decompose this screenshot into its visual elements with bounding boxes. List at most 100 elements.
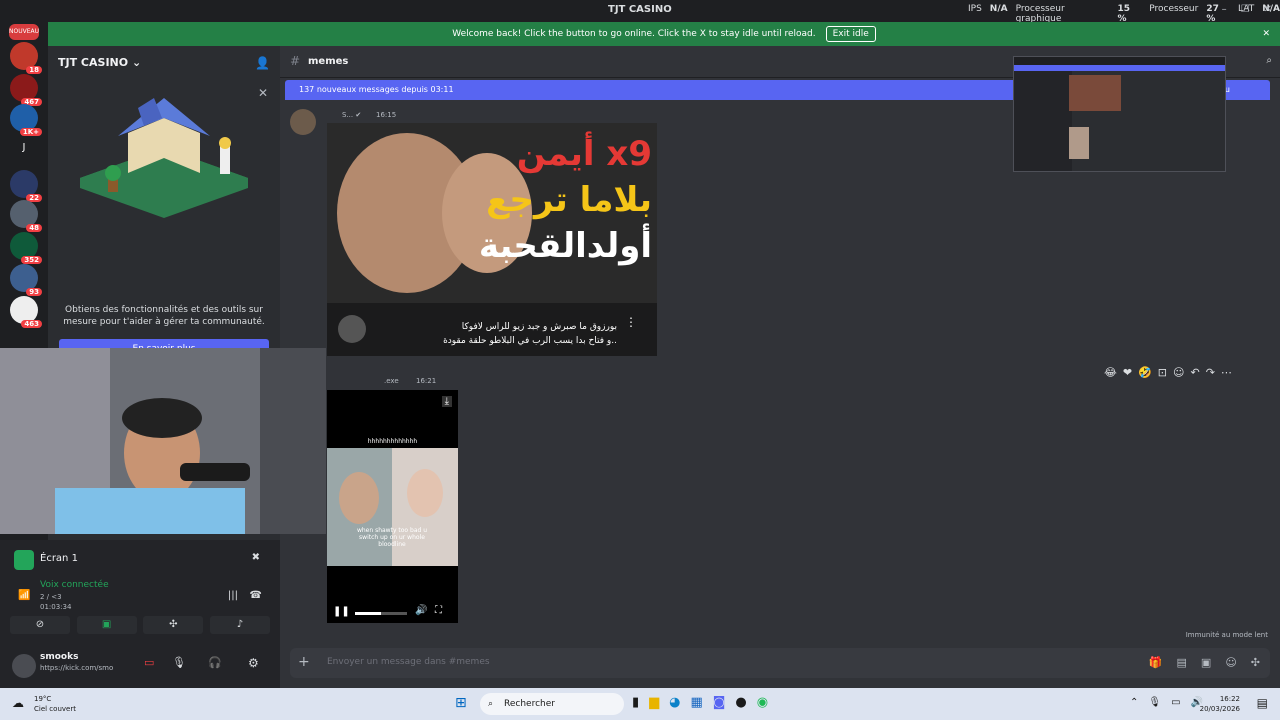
server-boost-promo: ✕ Obtiens des fonctionnalités et des out…	[48, 78, 280, 360]
fullscreen-icon[interactable]: ⛶	[435, 605, 442, 616]
reaction-laugh-icon[interactable]: 😂	[1104, 366, 1117, 379]
stop-share-icon[interactable]: ✖	[252, 552, 260, 563]
apps-icon[interactable]: ✣	[1251, 656, 1260, 669]
meme-title-line: أولدالقحبة	[478, 226, 652, 266]
weather-desc: Ciel couvert	[34, 705, 76, 713]
reply-icon[interactable]: ↶	[1190, 366, 1199, 379]
settings-gear-icon[interactable]: ⚙	[248, 656, 259, 670]
server-name[interactable]: TJT CASINO ⌄	[58, 56, 141, 69]
network-icon[interactable]: ▭	[1171, 697, 1180, 708]
new-badge[interactable]: NOUVEAU	[9, 24, 39, 40]
file-explorer-icon[interactable]: ▆	[649, 695, 659, 710]
clock-time: 16:22	[1219, 695, 1240, 703]
caption-line: و فتاح بدا يسب الرب في البلاطو حلقة مقود…	[443, 336, 617, 346]
hash-icon: #	[290, 54, 301, 68]
new-messages-text: 137 nouveaux messages depuis 03:11	[299, 85, 454, 94]
server-icon[interactable]: 48	[10, 200, 42, 232]
volume-icon[interactable]: 🔊	[415, 605, 427, 616]
message-composer[interactable]: + Envoyer un message dans #memes 🎁 ▤ ▣ ☺…	[290, 648, 1270, 678]
server-icon[interactable]: 22	[10, 170, 42, 202]
video-progress[interactable]	[355, 612, 407, 615]
thumb-video	[1069, 127, 1089, 159]
video-attachment[interactable]: ⤓ hhhhhhhhhhhhh when shawty too bad u sw…	[327, 390, 458, 623]
close-icon[interactable]: ✕	[1264, 4, 1272, 15]
unread-badge: 352	[21, 256, 42, 264]
stat-cpu-label: Processeur	[1149, 4, 1199, 14]
reaction-rofl-icon[interactable]: 🤣	[1138, 366, 1152, 379]
sticker-icon[interactable]: ▣	[1201, 656, 1211, 669]
add-reaction-icon[interactable]: ☺	[1173, 366, 1184, 379]
discord-icon[interactable]: ◙	[713, 695, 726, 710]
gif-icon[interactable]: ▤	[1177, 656, 1187, 669]
stat-ips-value: N/A	[989, 4, 1008, 14]
voice-connected-label[interactable]: Voix connectée	[40, 580, 109, 590]
taskbar-search[interactable]: ⌕ Rechercher	[480, 693, 624, 715]
server-icon[interactable]: 463	[10, 296, 42, 328]
avatar[interactable]	[12, 654, 36, 678]
gift-icon[interactable]: 🎁	[1149, 656, 1163, 669]
noise-suppression-icon[interactable]: |||	[228, 590, 238, 601]
more-icon[interactable]: ⋯	[1221, 366, 1232, 379]
meme-title-line: بلاما ترجع	[486, 180, 652, 220]
exit-idle-button[interactable]: Exit idle	[825, 26, 876, 42]
invite-people-icon[interactable]: 👤	[255, 56, 270, 70]
download-icon[interactable]: ⤓	[441, 396, 452, 407]
unread-badge: 48	[26, 224, 42, 232]
stream-icon[interactable]: ▭	[144, 656, 154, 669]
app-icon[interactable]: ●	[735, 695, 746, 710]
windows-taskbar: ☁ 19°C Ciel couvert ⊞ ⌕ Rechercher ▮ ▆ ◕…	[0, 688, 1280, 720]
avatar[interactable]	[290, 109, 316, 135]
thumb-sidebar	[1014, 71, 1072, 171]
meme-title-line: أيمن x9	[516, 134, 652, 174]
minimize-icon[interactable]: –	[1222, 4, 1227, 15]
server-icon[interactable]: 1K+	[10, 104, 42, 136]
chevron-down-icon: ⌄	[131, 56, 142, 69]
emoji-icon[interactable]: ☺	[1225, 656, 1236, 669]
voice-timer: 01:03:34	[40, 603, 72, 611]
app-icon[interactable]: ⊡	[1158, 366, 1167, 379]
chevron-up-icon[interactable]: ⌃	[1130, 697, 1138, 708]
message-time: 16:21	[416, 377, 437, 385]
server-icon[interactable]: 93	[10, 264, 42, 296]
more-options-icon[interactable]: ⋮	[625, 315, 637, 329]
search-icon[interactable]: ⌕	[1266, 55, 1272, 66]
meme-caption: بورزوق ما صبرش و جبد زيو للراس لافوكا و …	[443, 320, 617, 348]
spotify-icon[interactable]: ◉	[757, 695, 768, 710]
soundboard-icon[interactable]: ♪	[209, 616, 270, 634]
notification-icon[interactable]: ▤	[1257, 696, 1268, 710]
forward-icon[interactable]: ↷	[1206, 366, 1215, 379]
start-icon[interactable]: ⊞	[455, 695, 467, 711]
mic-tray-icon[interactable]: 🎙	[1148, 697, 1161, 708]
server-icon[interactable]: 467	[10, 74, 42, 106]
meme-title-ar: أيمن x9 بلاما ترجع أولدالقحبة	[427, 131, 652, 269]
share-screen-icon[interactable]: ▣	[76, 616, 137, 634]
voice-channel: 2 / <3	[40, 593, 62, 601]
message-input[interactable]: Envoyer un message dans #memes	[327, 657, 490, 667]
username: smooks	[40, 652, 79, 662]
meme-image[interactable]: أيمن x9 بلاما ترجع أولدالقحبة بورزوق ما …	[327, 123, 657, 356]
banner-text: Welcome back! Click the button to go onl…	[452, 29, 816, 39]
disconnect-icon[interactable]: ☎	[250, 590, 262, 601]
headphones-icon[interactable]: 🎧	[208, 656, 222, 669]
clock[interactable]: 16:22 20/03/2026	[1200, 694, 1240, 714]
server-icon[interactable]: 352	[10, 232, 42, 264]
reaction-heart-icon[interactable]: ❤	[1123, 366, 1132, 379]
promo-close-icon[interactable]: ✕	[258, 86, 268, 100]
task-view-icon[interactable]: ▮	[632, 695, 639, 710]
banner-close-icon[interactable]: ✕	[1262, 29, 1270, 39]
microphone-icon[interactable]: 🎙	[172, 656, 186, 669]
slowmode-label: Immunité au mode lent	[1185, 631, 1268, 639]
pause-icon[interactable]: ❚❚	[333, 606, 350, 617]
message-author[interactable]: S... ✔	[342, 111, 361, 119]
server-icon[interactable]: J	[10, 134, 38, 162]
add-attachment-icon[interactable]: +	[298, 654, 310, 670]
maximize-icon[interactable]: ☐	[1241, 4, 1250, 15]
stat-gpu-label: Processeur graphique	[1015, 4, 1065, 24]
server-icon[interactable]: 18	[10, 42, 42, 74]
store-icon[interactable]: ▦	[691, 695, 703, 710]
edge-icon[interactable]: ◕	[669, 695, 680, 710]
message-author-tag[interactable]: .exe	[384, 377, 399, 385]
camera-off-icon[interactable]: ⊘	[10, 616, 70, 634]
activities-icon[interactable]: ✣	[143, 616, 204, 634]
weather-widget[interactable]: 19°C Ciel couvert	[34, 694, 76, 714]
